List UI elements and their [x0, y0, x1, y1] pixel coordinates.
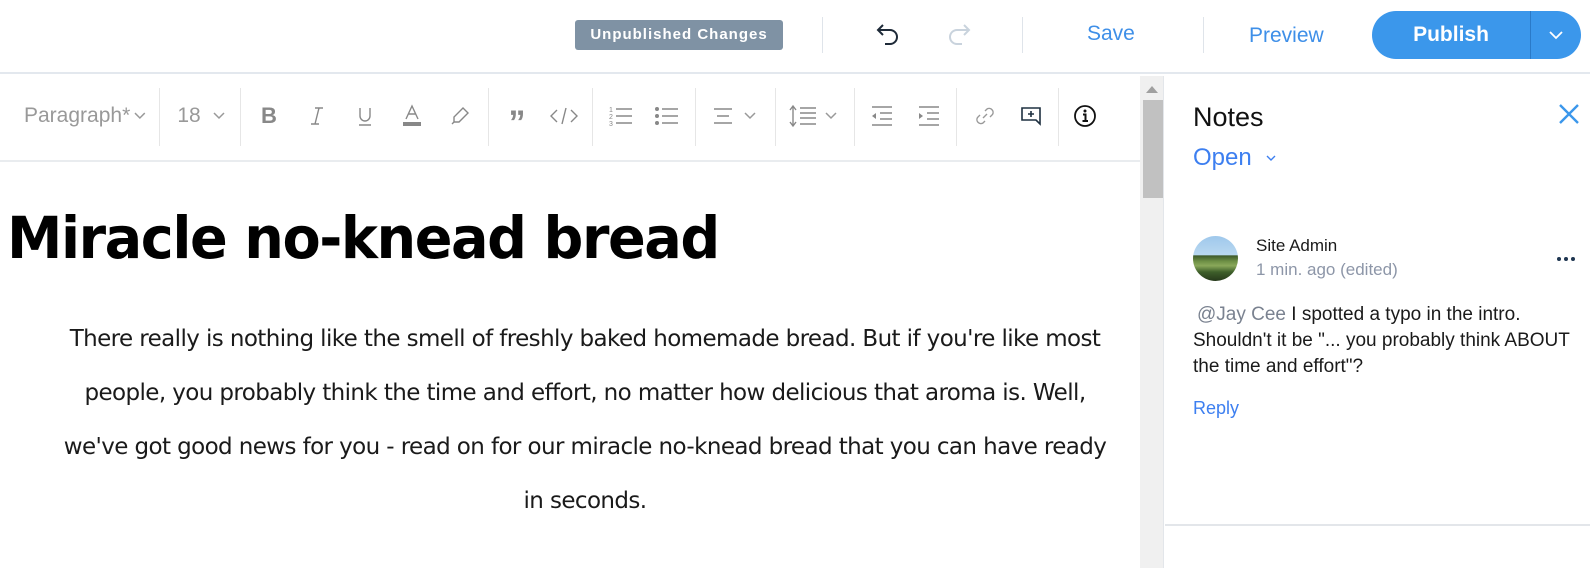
undo-icon	[876, 24, 898, 45]
scroll-thumb[interactable]	[1143, 100, 1163, 198]
chevron-down-icon	[1549, 31, 1563, 40]
document-title[interactable]: Miracle no-knead bread	[7, 204, 720, 272]
note-author: Site Admin	[1256, 236, 1338, 255]
outdent-icon	[872, 106, 892, 126]
toolbar-divider	[240, 88, 241, 146]
avatar	[1193, 236, 1238, 281]
numbered-list-icon: 123	[609, 107, 632, 128]
divider	[1022, 17, 1023, 53]
toolbar-divider	[488, 88, 489, 146]
chevron-down-icon	[213, 112, 225, 120]
dot	[1564, 257, 1568, 261]
more-options-button[interactable]	[1557, 254, 1581, 264]
divider	[1203, 17, 1204, 53]
increase-indent-button[interactable]	[914, 94, 944, 138]
text-color-icon	[403, 104, 421, 126]
paragraph-style-value: Paragraph*	[24, 104, 131, 127]
highlight-icon	[451, 107, 469, 125]
info-button[interactable]	[1070, 94, 1100, 138]
chevron-down-icon	[744, 112, 756, 120]
save-button[interactable]: Save	[1087, 22, 1135, 46]
editor-scrollbar[interactable]	[1140, 76, 1164, 568]
editor-area: Paragraph* 18 B ” 1 2 3 Miracle no-knead…	[0, 76, 1140, 568]
toolbar-divider	[695, 88, 696, 146]
dot	[1571, 257, 1575, 261]
bulleted-list-icon	[655, 107, 678, 125]
code-icon	[550, 107, 578, 125]
chevron-down-icon	[825, 112, 837, 120]
divider	[822, 17, 823, 53]
blockquote-button[interactable]: ”	[502, 94, 532, 142]
notes-filter-value: Open	[1193, 144, 1252, 171]
reply-button[interactable]: Reply	[1193, 398, 1239, 419]
quote-icon: ”	[508, 104, 526, 142]
svg-text:1: 1	[609, 107, 613, 114]
toolbar-divider	[956, 88, 957, 146]
redo-button[interactable]	[944, 20, 974, 50]
notes-title: Notes	[1193, 102, 1264, 132]
info-icon	[1074, 105, 1096, 127]
chevron-down-icon	[1266, 155, 1276, 161]
toolbar-divider	[592, 88, 593, 146]
close-notes-button[interactable]	[1555, 100, 1583, 128]
text-color-button[interactable]	[397, 94, 427, 138]
paragraph-style-dropdown[interactable]: Paragraph*	[24, 94, 146, 138]
formatting-toolbar: Paragraph* 18 B ” 1 2 3	[0, 76, 1140, 162]
note-mention[interactable]: @Jay Cee	[1197, 304, 1286, 325]
note-body: @Jay Cee I spotted a typo in the intro. …	[1193, 302, 1573, 380]
top-bar: Unpublished Changes Save Preview Publish	[0, 0, 1590, 74]
preview-button[interactable]: Preview	[1249, 24, 1324, 48]
chevron-down-icon	[134, 112, 146, 119]
highlight-button[interactable]	[445, 94, 475, 138]
alignment-dropdown[interactable]	[709, 94, 759, 138]
add-note-icon	[1021, 107, 1041, 126]
line-spacing-icon	[789, 104, 816, 128]
numbered-list-button[interactable]: 123	[606, 94, 636, 138]
toolbar-divider	[775, 88, 776, 146]
redo-icon	[949, 24, 971, 45]
scroll-up-arrow-icon[interactable]	[1146, 86, 1158, 93]
notes-filter-dropdown[interactable]: Open	[1193, 144, 1276, 172]
publish-button-group: Publish	[1372, 11, 1581, 59]
toolbar-divider	[854, 88, 855, 146]
publish-button[interactable]: Publish	[1372, 11, 1531, 59]
align-center-icon	[714, 108, 732, 124]
line-spacing-dropdown[interactable]	[787, 94, 839, 138]
italic-icon	[311, 107, 323, 125]
bulleted-list-button[interactable]	[652, 94, 682, 138]
underline-button[interactable]	[350, 94, 380, 138]
toolbar-divider	[1058, 88, 1059, 146]
code-block-button[interactable]	[547, 94, 581, 138]
unpublished-changes-badge: Unpublished Changes	[575, 20, 783, 50]
svg-text:3: 3	[609, 121, 613, 128]
underline-icon	[359, 108, 371, 126]
document-paragraph[interactable]: There really is nothing like the smell o…	[60, 312, 1110, 528]
link-icon	[976, 107, 994, 125]
font-size-value: 18	[177, 104, 201, 127]
notes-panel: Notes Open Site Admin 1 min. ago (edited…	[1165, 76, 1590, 568]
bold-icon: B	[261, 103, 277, 128]
svg-text:2: 2	[609, 114, 613, 121]
close-icon	[1559, 104, 1579, 124]
publish-options-button[interactable]	[1531, 11, 1581, 59]
decrease-indent-button[interactable]	[867, 94, 897, 138]
dot	[1557, 257, 1561, 261]
toolbar-divider	[159, 88, 160, 146]
indent-icon	[919, 106, 939, 126]
note-item: Site Admin 1 min. ago (edited) @Jay Cee …	[1165, 226, 1590, 526]
bold-button[interactable]: B	[254, 94, 284, 138]
italic-button[interactable]	[302, 94, 332, 138]
add-note-button[interactable]	[1016, 94, 1046, 138]
undo-button[interactable]	[873, 20, 903, 50]
link-button[interactable]	[970, 94, 1000, 138]
font-size-dropdown[interactable]: 18	[176, 94, 226, 138]
note-timestamp: 1 min. ago (edited)	[1256, 260, 1398, 279]
